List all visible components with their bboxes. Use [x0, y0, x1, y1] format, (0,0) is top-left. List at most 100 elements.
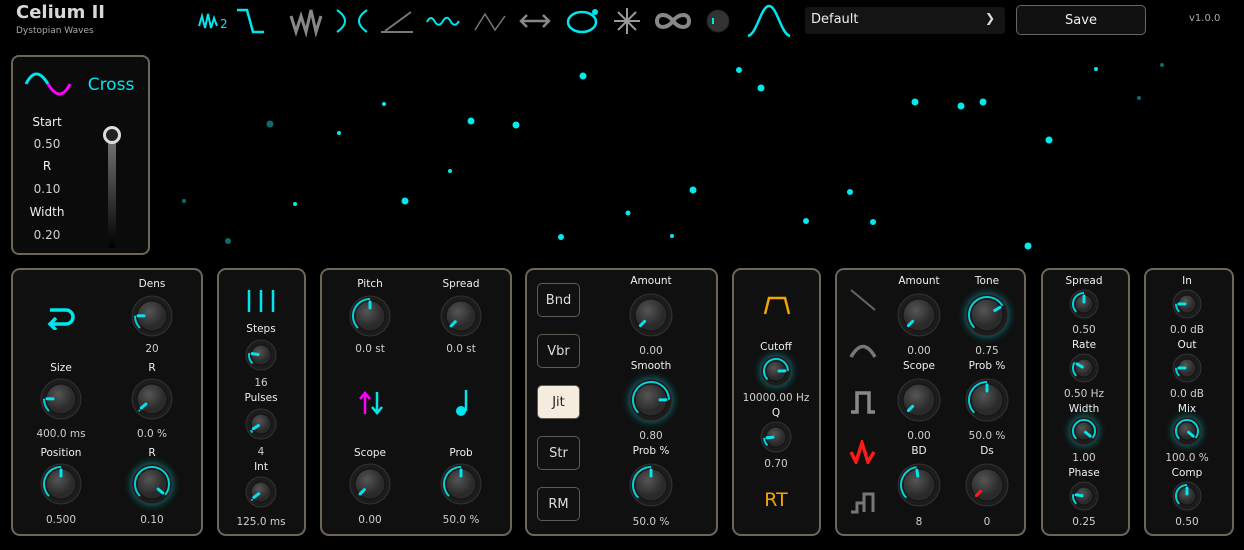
- pulses-knob[interactable]: [240, 403, 282, 449]
- particle: [870, 219, 876, 225]
- particle: [448, 169, 452, 173]
- particle: [225, 238, 231, 244]
- prob-value: 50.0 %: [632, 516, 670, 528]
- staircase-icon[interactable]: [849, 492, 877, 514]
- prob-value: 50.0 %: [968, 430, 1006, 442]
- save-button[interactable]: Save: [1016, 5, 1146, 35]
- prob-knob[interactable]: [624, 458, 678, 516]
- scatter-icon[interactable]: [614, 8, 640, 34]
- amount-value: 0.00: [639, 345, 663, 357]
- comp-knob[interactable]: [1167, 476, 1207, 520]
- wave-2-icon[interactable]: [198, 12, 218, 29]
- amount-knob[interactable]: [624, 288, 678, 346]
- mod-button-vbr[interactable]: Vbr: [537, 334, 580, 368]
- param-value: 0.20: [33, 228, 61, 242]
- amount-value: 0.00: [907, 345, 931, 357]
- prob-knob[interactable]: [435, 458, 487, 514]
- orbit-icon[interactable]: [566, 9, 598, 34]
- spread-knob[interactable]: [435, 290, 487, 346]
- size-knob[interactable]: [35, 373, 87, 429]
- position-value: 0.500: [45, 514, 77, 526]
- r-knob[interactable]: [126, 373, 178, 429]
- mod-button-bnd[interactable]: Bnd: [537, 283, 580, 317]
- mix-knob[interactable]: [1167, 411, 1207, 455]
- particle: [1094, 67, 1098, 71]
- rate-knob[interactable]: [1064, 348, 1104, 392]
- smooth-label: Smooth: [630, 360, 672, 372]
- ds-label: Ds: [980, 445, 994, 457]
- param-value: 0.50: [33, 137, 61, 151]
- bd-knob[interactable]: [892, 458, 946, 516]
- smooth-knob[interactable]: [624, 373, 678, 431]
- pitch-knob[interactable]: [344, 290, 396, 346]
- prob-knob[interactable]: [960, 373, 1014, 431]
- particle: [401, 197, 409, 205]
- prob-value: 50.0 %: [442, 514, 480, 526]
- spread-knob[interactable]: [1064, 284, 1104, 328]
- left-right-arrow-icon[interactable]: [519, 14, 551, 28]
- tone-knob[interactable]: [960, 288, 1014, 346]
- particle: [757, 84, 765, 92]
- particle: [847, 189, 853, 195]
- particle: [1045, 136, 1053, 144]
- chevron-down-icon: ❯: [984, 11, 995, 25]
- zigzag-icon[interactable]: [289, 9, 323, 38]
- position-knob[interactable]: [35, 458, 87, 514]
- dens-knob[interactable]: [126, 290, 178, 346]
- tone-label: Tone: [974, 275, 1000, 287]
- bandpass-icon: [763, 296, 791, 315]
- in-knob[interactable]: [1167, 284, 1207, 328]
- particle: [979, 98, 987, 106]
- infinity-icon[interactable]: [654, 13, 692, 29]
- cutoff-knob[interactable]: [755, 350, 797, 396]
- ds-knob[interactable]: [960, 458, 1014, 516]
- scope-knob[interactable]: [344, 458, 396, 514]
- r-value: 0.10: [140, 514, 164, 526]
- vertical-slider-track[interactable]: [108, 136, 116, 248]
- preset-dropdown[interactable]: Default ❯: [805, 7, 1005, 34]
- particle: [625, 210, 631, 216]
- scope-knob[interactable]: [892, 373, 946, 431]
- param-label: Start: [32, 115, 62, 129]
- vertical-slider-handle[interactable]: [103, 126, 121, 144]
- square-wave-icon[interactable]: [849, 390, 877, 414]
- phase-knob[interactable]: [1064, 476, 1104, 520]
- bell-curve-icon[interactable]: [747, 4, 791, 38]
- q-knob[interactable]: [755, 416, 797, 462]
- int-value: 125.0 ms: [236, 516, 286, 528]
- step-down-icon[interactable]: [237, 8, 264, 34]
- mod-button-rm[interactable]: RM: [537, 487, 580, 521]
- particle: [1024, 242, 1032, 250]
- linear-curve-icon[interactable]: [849, 288, 877, 312]
- smooth-value: 0.80: [639, 430, 663, 442]
- int-knob[interactable]: [240, 471, 282, 517]
- out-knob[interactable]: [1167, 348, 1207, 392]
- rt-button[interactable]: RT: [764, 489, 787, 511]
- particle: [558, 234, 564, 240]
- r-knob[interactable]: [126, 458, 178, 514]
- steps-knob[interactable]: [240, 334, 282, 380]
- arc-curve-icon[interactable]: [849, 340, 877, 360]
- triangle-icon[interactable]: [474, 12, 506, 32]
- mod-button-str[interactable]: Str: [537, 436, 580, 470]
- amount-knob[interactable]: [892, 288, 946, 346]
- particle: [467, 117, 475, 125]
- mode-name: Cross: [87, 75, 135, 95]
- particle: [337, 131, 341, 135]
- pitch-label: Pitch: [357, 278, 383, 290]
- mod-button-jit[interactable]: Jit: [537, 385, 580, 419]
- width-knob[interactable]: [1064, 411, 1104, 455]
- mini-knob-icon[interactable]: [706, 9, 730, 33]
- param-value: 0.10: [33, 182, 61, 196]
- particle: [182, 199, 186, 203]
- ramp-icon[interactable]: [381, 11, 413, 33]
- particle: [1137, 96, 1141, 100]
- tone-value: 0.75: [975, 345, 999, 357]
- cross-icon[interactable]: [336, 9, 368, 33]
- particle: [293, 202, 297, 206]
- wobble-icon[interactable]: [426, 16, 460, 26]
- size-value: 400.0 ms: [36, 428, 86, 440]
- red-zigzag-icon[interactable]: [849, 440, 877, 464]
- r-value: 0.0 %: [136, 428, 168, 440]
- param-label: R: [42, 159, 52, 173]
